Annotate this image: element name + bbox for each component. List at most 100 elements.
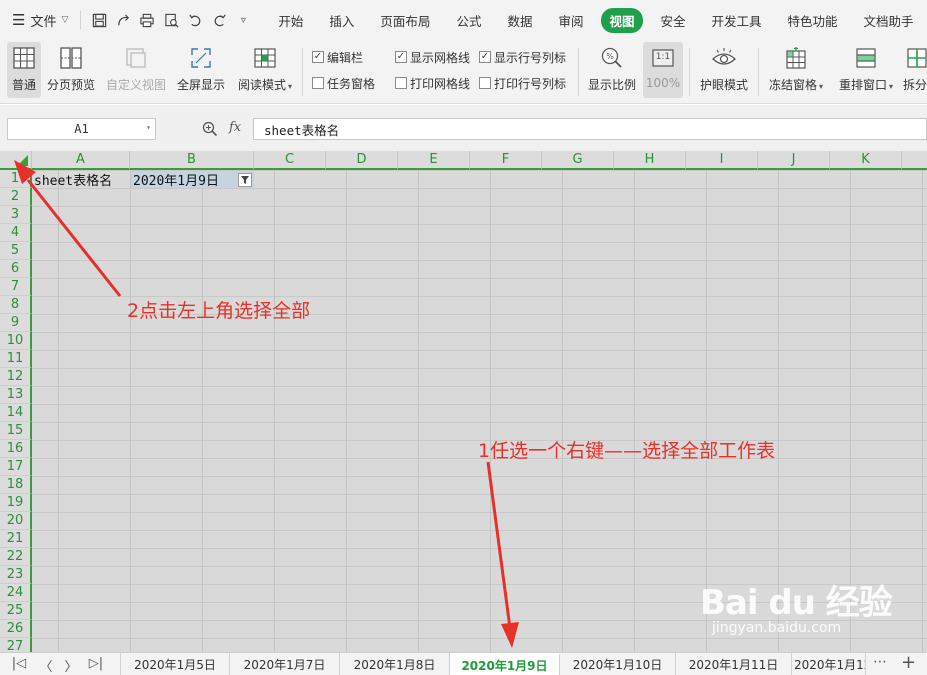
column-header[interactable]	[902, 151, 927, 170]
row-header[interactable]: 10	[0, 332, 32, 350]
more-sheets-icon[interactable]: ⋯	[873, 654, 887, 670]
row-header[interactable]: 22	[0, 548, 32, 566]
split-window-icon	[903, 44, 927, 72]
checkbox-formula-bar[interactable]: ✓ 编辑栏	[312, 49, 363, 65]
row-header[interactable]: 25	[0, 602, 32, 620]
row-header[interactable]: 20	[0, 512, 32, 530]
zoom-ratio-button[interactable]: % 显示比例	[586, 42, 638, 98]
split-window-button[interactable]: 拆分	[903, 42, 927, 98]
checkbox-print-headings[interactable]: 打印行号列标	[479, 75, 566, 91]
row-header[interactable]: 23	[0, 566, 32, 584]
row-header[interactable]: 14	[0, 404, 32, 422]
column-header[interactable]: J	[758, 151, 830, 170]
row-header[interactable]: 16	[0, 440, 32, 458]
export-icon[interactable]	[111, 8, 135, 32]
redo-icon[interactable]	[207, 8, 231, 32]
previous-sheet-icon[interactable]: 〈	[36, 656, 56, 675]
tab-data[interactable]: 数据	[507, 8, 532, 33]
cell-b1[interactable]: 2020年1月9日	[131, 171, 254, 189]
chevron-down-icon[interactable]: ▾	[146, 123, 151, 132]
sheet-tab[interactable]: 2020年1月5日	[120, 653, 230, 675]
row-header[interactable]: 2	[0, 188, 32, 206]
freeze-panes-button[interactable]: 冻结窗格 ▾	[766, 42, 826, 98]
checkbox-print-gridlines[interactable]: 打印网格线	[395, 75, 470, 91]
row-header[interactable]: 6	[0, 260, 32, 278]
tab-developer[interactable]: 开发工具	[712, 8, 762, 33]
tab-page-layout[interactable]: 页面布局	[380, 8, 430, 33]
first-sheet-icon[interactable]: |◁	[9, 656, 29, 671]
row-header[interactable]: 27	[0, 638, 32, 652]
select-all-button[interactable]	[0, 151, 32, 170]
formula-input[interactable]: sheet表格名	[253, 118, 927, 140]
print-preview-icon[interactable]	[159, 8, 183, 32]
print-icon[interactable]	[135, 8, 159, 32]
row-header[interactable]: 15	[0, 422, 32, 440]
tab-security[interactable]: 安全	[661, 8, 686, 33]
tab-insert[interactable]: 插入	[329, 8, 354, 33]
row-header[interactable]: 11	[0, 350, 32, 368]
row-header[interactable]: 17	[0, 458, 32, 476]
customize-quick-access-icon[interactable]: ▿	[231, 8, 255, 32]
fullscreen-button[interactable]: 全屏显示	[176, 42, 226, 98]
checkbox-task-pane[interactable]: 任务窗格	[312, 75, 375, 91]
column-header[interactable]: A	[32, 151, 130, 170]
row-header[interactable]: 8	[0, 296, 32, 314]
formula-bar: A1 ▾ fx sheet表格名	[0, 105, 927, 151]
checkbox-show-gridlines[interactable]: ✓ 显示网格线	[395, 49, 470, 65]
column-header[interactable]: F	[470, 151, 542, 170]
undo-icon[interactable]	[183, 8, 207, 32]
name-box[interactable]: A1 ▾	[7, 118, 156, 140]
tab-doc-assistant[interactable]: 文档助手	[864, 8, 914, 33]
sheet-tab[interactable]: 2020年1月7日	[230, 653, 340, 675]
sheet-tab[interactable]: 2020年1月11日	[676, 653, 792, 675]
filter-dropdown-icon[interactable]	[238, 173, 252, 187]
column-header[interactable]: G	[542, 151, 614, 170]
zoom-magnifier-icon[interactable]	[202, 121, 218, 141]
column-header[interactable]: C	[254, 151, 326, 170]
tab-review[interactable]: 审阅	[558, 8, 583, 33]
normal-view-button[interactable]: 普通	[7, 42, 41, 98]
row-header[interactable]: 26	[0, 620, 32, 638]
zoom-100-button[interactable]: 1:1 100%	[643, 42, 683, 98]
column-header[interactable]: E	[398, 151, 470, 170]
sheet-tab-active[interactable]: 2020年1月9日	[450, 653, 560, 675]
row-header[interactable]: 9	[0, 314, 32, 332]
tab-view[interactable]: 视图	[601, 7, 643, 33]
save-icon[interactable]	[87, 8, 111, 32]
tab-formulas[interactable]: 公式	[456, 8, 481, 33]
tab-home[interactable]: 开始	[278, 8, 303, 33]
sheet-tab[interactable]: 2020年1月12	[792, 653, 866, 675]
column-header[interactable]: H	[614, 151, 686, 170]
add-sheet-icon[interactable]: +	[901, 652, 916, 673]
arrange-windows-button[interactable]: 重排窗口 ▾	[836, 42, 896, 98]
row-header[interactable]: 1	[0, 170, 32, 188]
cell-a1[interactable]: sheet表格名	[32, 171, 130, 189]
row-header[interactable]: 19	[0, 494, 32, 512]
column-header[interactable]: I	[686, 151, 758, 170]
reading-mode-button[interactable]: 阅读模式 ▾	[235, 42, 295, 98]
next-sheet-icon[interactable]: 〉	[61, 656, 81, 675]
row-header[interactable]: 18	[0, 476, 32, 494]
row-header[interactable]: 5	[0, 242, 32, 260]
column-header[interactable]: K	[830, 151, 902, 170]
custom-view-button[interactable]: 自定义视图	[105, 42, 167, 98]
row-header[interactable]: 21	[0, 530, 32, 548]
row-header[interactable]: 3	[0, 206, 32, 224]
normal-view-label: 普通	[11, 78, 36, 92]
last-sheet-icon[interactable]: ▷|	[86, 656, 106, 671]
sheet-tab[interactable]: 2020年1月8日	[340, 653, 450, 675]
row-header[interactable]: 12	[0, 368, 32, 386]
row-header[interactable]: 24	[0, 584, 32, 602]
file-menu[interactable]: ☰ 文件 ▽	[0, 6, 74, 34]
checkbox-show-headings[interactable]: ✓ 显示行号列标	[479, 49, 566, 65]
column-header[interactable]: B	[130, 151, 254, 170]
eye-protection-button[interactable]: 护眼模式	[697, 42, 751, 98]
row-header[interactable]: 7	[0, 278, 32, 296]
sheet-tab[interactable]: 2020年1月10日	[560, 653, 676, 675]
insert-function-icon[interactable]: fx	[229, 120, 241, 135]
tab-features[interactable]: 特色功能	[788, 8, 838, 33]
page-break-preview-button[interactable]: 分页预览	[46, 42, 96, 98]
row-header[interactable]: 4	[0, 224, 32, 242]
column-header[interactable]: D	[326, 151, 398, 170]
row-header[interactable]: 13	[0, 386, 32, 404]
